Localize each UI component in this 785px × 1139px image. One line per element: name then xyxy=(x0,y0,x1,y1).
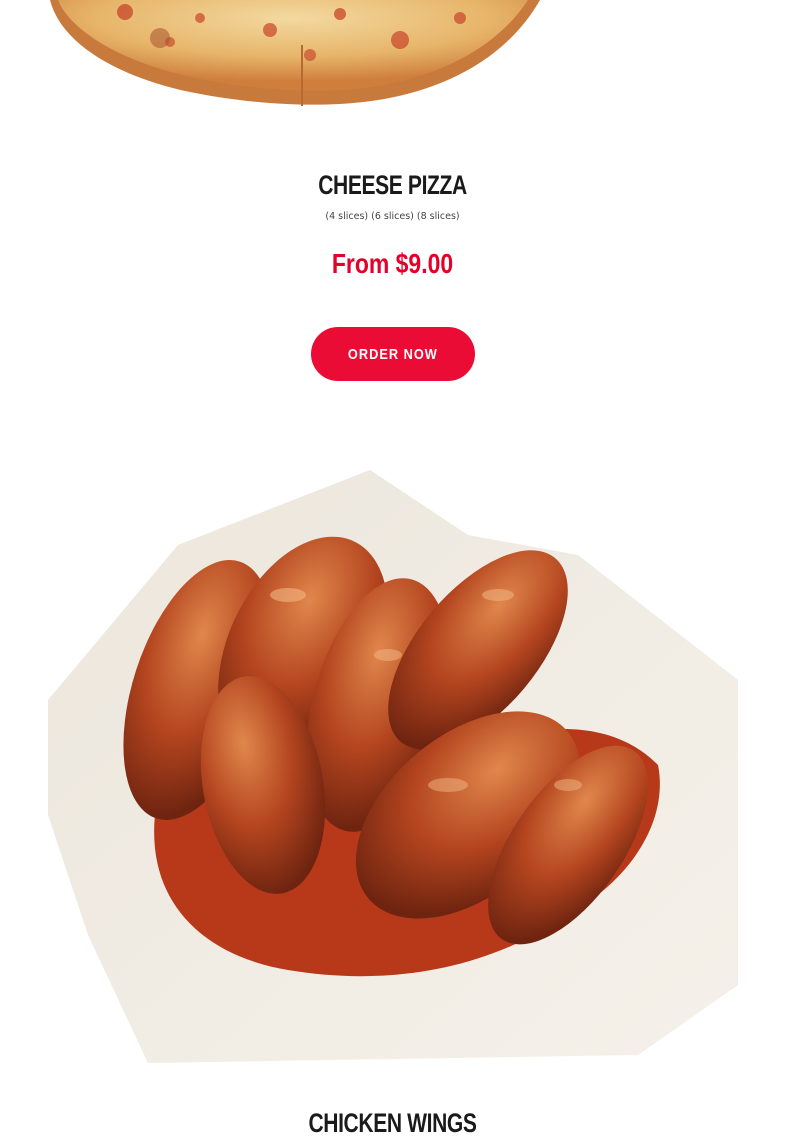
product-title: CHEESE PIZZA xyxy=(318,170,467,200)
chicken-wings-image xyxy=(48,470,738,1063)
order-now-button[interactable]: ORDER NOW xyxy=(311,327,475,381)
product-title: CHICKEN WINGS xyxy=(308,1108,477,1138)
cheese-pizza-image xyxy=(50,0,540,106)
product-description: (4 slices) (6 slices) (8 slices) xyxy=(325,211,460,222)
product-price: From $9.00 xyxy=(331,248,454,279)
order-now-label: ORDER NOW xyxy=(348,345,438,363)
